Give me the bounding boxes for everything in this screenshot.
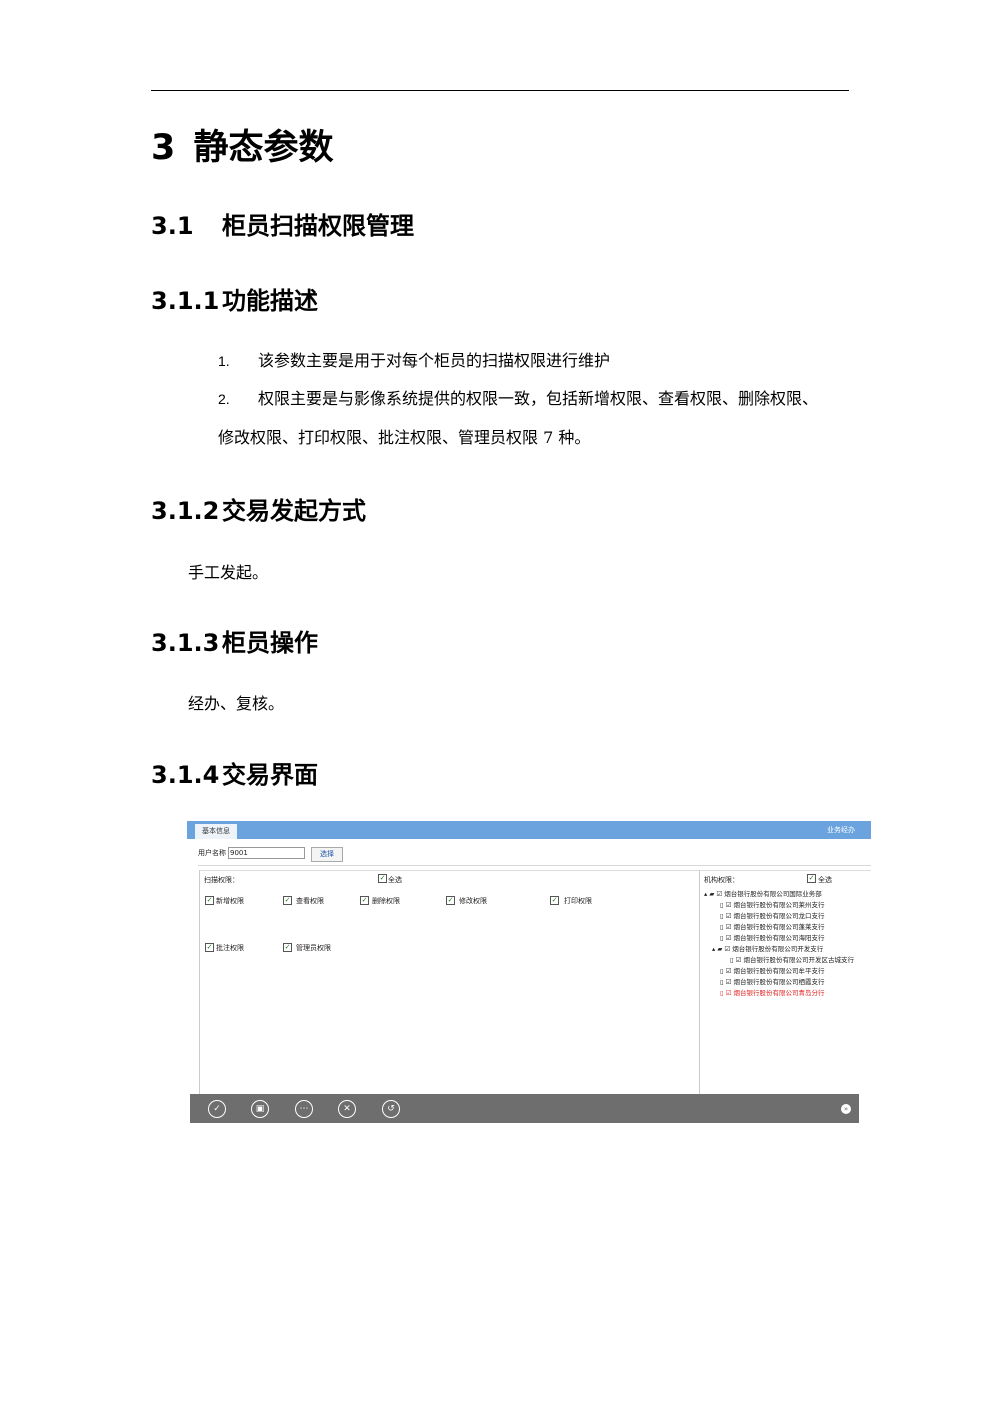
perm-view-label: 查看权限 bbox=[296, 897, 324, 905]
tree-node[interactable]: ▯ ☑ 烟台银行股份有限公司牟平支行 bbox=[720, 966, 825, 976]
subsection-heading: 3.1.4 交易界面 bbox=[151, 758, 318, 792]
select-button[interactable]: 选择 bbox=[311, 847, 343, 862]
scan-permission-panel: 扫描权限： ✓ 全选 ✓ 新增权限 ✓ 查看权限 ✓ 删除权限 ✓ 修改权限 ✓… bbox=[199, 870, 699, 1094]
perm-print-checkbox[interactable]: ✓ bbox=[550, 896, 559, 905]
select-all-label: 全选 bbox=[388, 876, 402, 884]
perm-modify-label: 修改权限 bbox=[459, 897, 487, 905]
tree-node[interactable]: ▴ ▰ ☑ 烟台银行股份有限公司国际业务部 bbox=[704, 889, 822, 899]
tree-node-label: 烟台银行股份有限公司开发区古城支行 bbox=[743, 956, 855, 964]
perm-delete-checkbox[interactable]: ✓ bbox=[360, 896, 369, 905]
save-icon[interactable]: ▣ bbox=[251, 1100, 269, 1118]
tree-node-label: 烟台银行股份有限公司青岛分行 bbox=[733, 989, 825, 997]
more-icon[interactable]: ⋯ bbox=[295, 1100, 313, 1118]
tree-node-label: 烟台银行股份有限公司开发支行 bbox=[732, 945, 824, 953]
perm-modify-checkbox[interactable]: ✓ bbox=[446, 896, 455, 905]
subsection-heading: 3.1.3 柜员操作 bbox=[151, 626, 318, 660]
subsection-number: 3.1.2 bbox=[151, 497, 220, 525]
tree-node[interactable]: ▯ ☑ 烟台银行股份有限公司莱州支行 bbox=[720, 900, 825, 910]
list-continuation: 修改权限、打印权限、批注权限、管理员权限 7 种。 bbox=[218, 428, 591, 447]
initiation-paragraph: 手工发起。 bbox=[188, 563, 269, 582]
top-bar: 基本信息 业务经办 bbox=[187, 821, 871, 839]
subsection-heading: 3.1.1 功能描述 bbox=[151, 284, 318, 318]
subsection-title: 柜员操作 bbox=[222, 629, 318, 657]
org-select-all-label: 全选 bbox=[818, 876, 832, 884]
bottom-toolbar: ✓ ▣ ⋯ ✕ ↺ » bbox=[190, 1094, 859, 1123]
back-icon[interactable]: ↺ bbox=[382, 1100, 400, 1118]
chapter-number: 3 bbox=[151, 128, 176, 168]
perm-print-label: 打印权限 bbox=[564, 897, 592, 905]
tree-node[interactable]: ▯ ☑ 烟台银行股份有限公司开发区古城支行 bbox=[730, 955, 854, 965]
perm-view-checkbox[interactable]: ✓ bbox=[283, 896, 292, 905]
tree-node-label: 烟台银行股份有限公司蓬莱支行 bbox=[733, 923, 825, 931]
chapter-title: 静态参数 bbox=[193, 128, 334, 168]
subsection-heading: 3.1.2 交易发起方式 bbox=[151, 494, 366, 528]
business-link[interactable]: 业务经办 bbox=[827, 824, 855, 836]
tree-node-label: 烟台银行股份有限公司栖霞支行 bbox=[733, 978, 825, 986]
list-text: 该参数主要是用于对每个柜员的扫描权限进行维护 bbox=[258, 351, 611, 370]
tree-node-label: 烟台银行股份有限公司牟平支行 bbox=[733, 967, 825, 975]
subsection-number: 3.1.1 bbox=[151, 287, 220, 315]
list-item: 2. 权限主要是与影像系统提供的权限一致，包括新增权限、查看权限、删除权限、 bbox=[218, 387, 818, 411]
tree-node-label: 烟台银行股份有限公司龙口支行 bbox=[733, 912, 825, 920]
tree-node[interactable]: ▴ ▰ ☑ 烟台银行股份有限公司开发支行 bbox=[712, 944, 823, 954]
tree-node-label: 烟台银行股份有限公司莱州支行 bbox=[733, 901, 825, 909]
transaction-screenshot: 基本信息 业务经办 用户名称 9001 选择 扫描权限： ✓ 全选 ✓ 新增权限… bbox=[187, 821, 871, 1123]
org-select-all-checkbox[interactable]: ✓ bbox=[807, 874, 816, 883]
subsection-title: 交易界面 bbox=[222, 761, 318, 789]
perm-add-label: 新增权限 bbox=[216, 897, 244, 905]
perm-annotate-label: 批注权限 bbox=[216, 944, 244, 952]
subsection-title: 交易发起方式 bbox=[222, 497, 366, 525]
tree-node-label: 烟台银行股份有限公司海阳支行 bbox=[733, 934, 825, 942]
section-heading: 3.1 柜员扫描权限管理 bbox=[151, 209, 414, 243]
tree-node-label: 烟台银行股份有限公司国际业务部 bbox=[724, 890, 822, 898]
tree-node[interactable]: ▯ ☑ 烟台银行股份有限公司龙口支行 bbox=[720, 911, 825, 921]
list-item: 1. 该参数主要是用于对每个柜员的扫描权限进行维护 bbox=[218, 349, 610, 373]
list-number: 1. bbox=[218, 353, 230, 369]
user-label: 用户名称 bbox=[198, 849, 226, 857]
perm-delete-label: 删除权限 bbox=[372, 897, 400, 905]
perm-add-checkbox[interactable]: ✓ bbox=[205, 896, 214, 905]
scan-label: 扫描权限： bbox=[204, 876, 239, 884]
perm-admin-checkbox[interactable]: ✓ bbox=[283, 943, 292, 952]
operation-paragraph: 经办、复核。 bbox=[188, 694, 285, 713]
list-number: 2. bbox=[218, 391, 230, 407]
subsection-title: 功能描述 bbox=[222, 287, 318, 315]
tree-node[interactable]: ▯ ☑ 烟台银行股份有限公司青岛分行 bbox=[720, 988, 825, 998]
tree-node[interactable]: ▯ ☑ 烟台银行股份有限公司海阳支行 bbox=[720, 933, 825, 943]
tree-node[interactable]: ▯ ☑ 烟台银行股份有限公司栖霞支行 bbox=[720, 977, 825, 987]
list-text: 权限主要是与影像系统提供的权限一致，包括新增权限、查看权限、删除权限、 bbox=[258, 389, 819, 408]
user-input[interactable]: 9001 bbox=[228, 847, 305, 859]
subsection-number: 3.1.3 bbox=[151, 629, 220, 657]
chapter-heading: 3 静态参数 bbox=[151, 126, 334, 170]
divider bbox=[198, 865, 871, 866]
perm-annotate-checkbox[interactable]: ✓ bbox=[205, 943, 214, 952]
org-label: 机构权限： bbox=[704, 876, 739, 884]
header-rule bbox=[151, 90, 849, 91]
tab-basic-info[interactable]: 基本信息 bbox=[195, 824, 237, 839]
section-number: 3.1 bbox=[151, 212, 194, 240]
select-all-checkbox[interactable]: ✓ bbox=[378, 874, 387, 883]
cancel-icon[interactable]: ✕ bbox=[338, 1100, 356, 1118]
confirm-icon[interactable]: ✓ bbox=[208, 1100, 226, 1118]
org-permission-panel: 机构权限： ✓ 全选 ▴ ▰ ☑ 烟台银行股份有限公司国际业务部 ▯ ☑ 烟台银… bbox=[699, 870, 871, 1094]
next-icon[interactable]: » bbox=[841, 1104, 851, 1114]
perm-admin-label: 管理员权限 bbox=[296, 944, 331, 952]
subsection-number: 3.1.4 bbox=[151, 761, 220, 789]
section-title: 柜员扫描权限管理 bbox=[222, 212, 414, 240]
tree-node[interactable]: ▯ ☑ 烟台银行股份有限公司蓬莱支行 bbox=[720, 922, 825, 932]
